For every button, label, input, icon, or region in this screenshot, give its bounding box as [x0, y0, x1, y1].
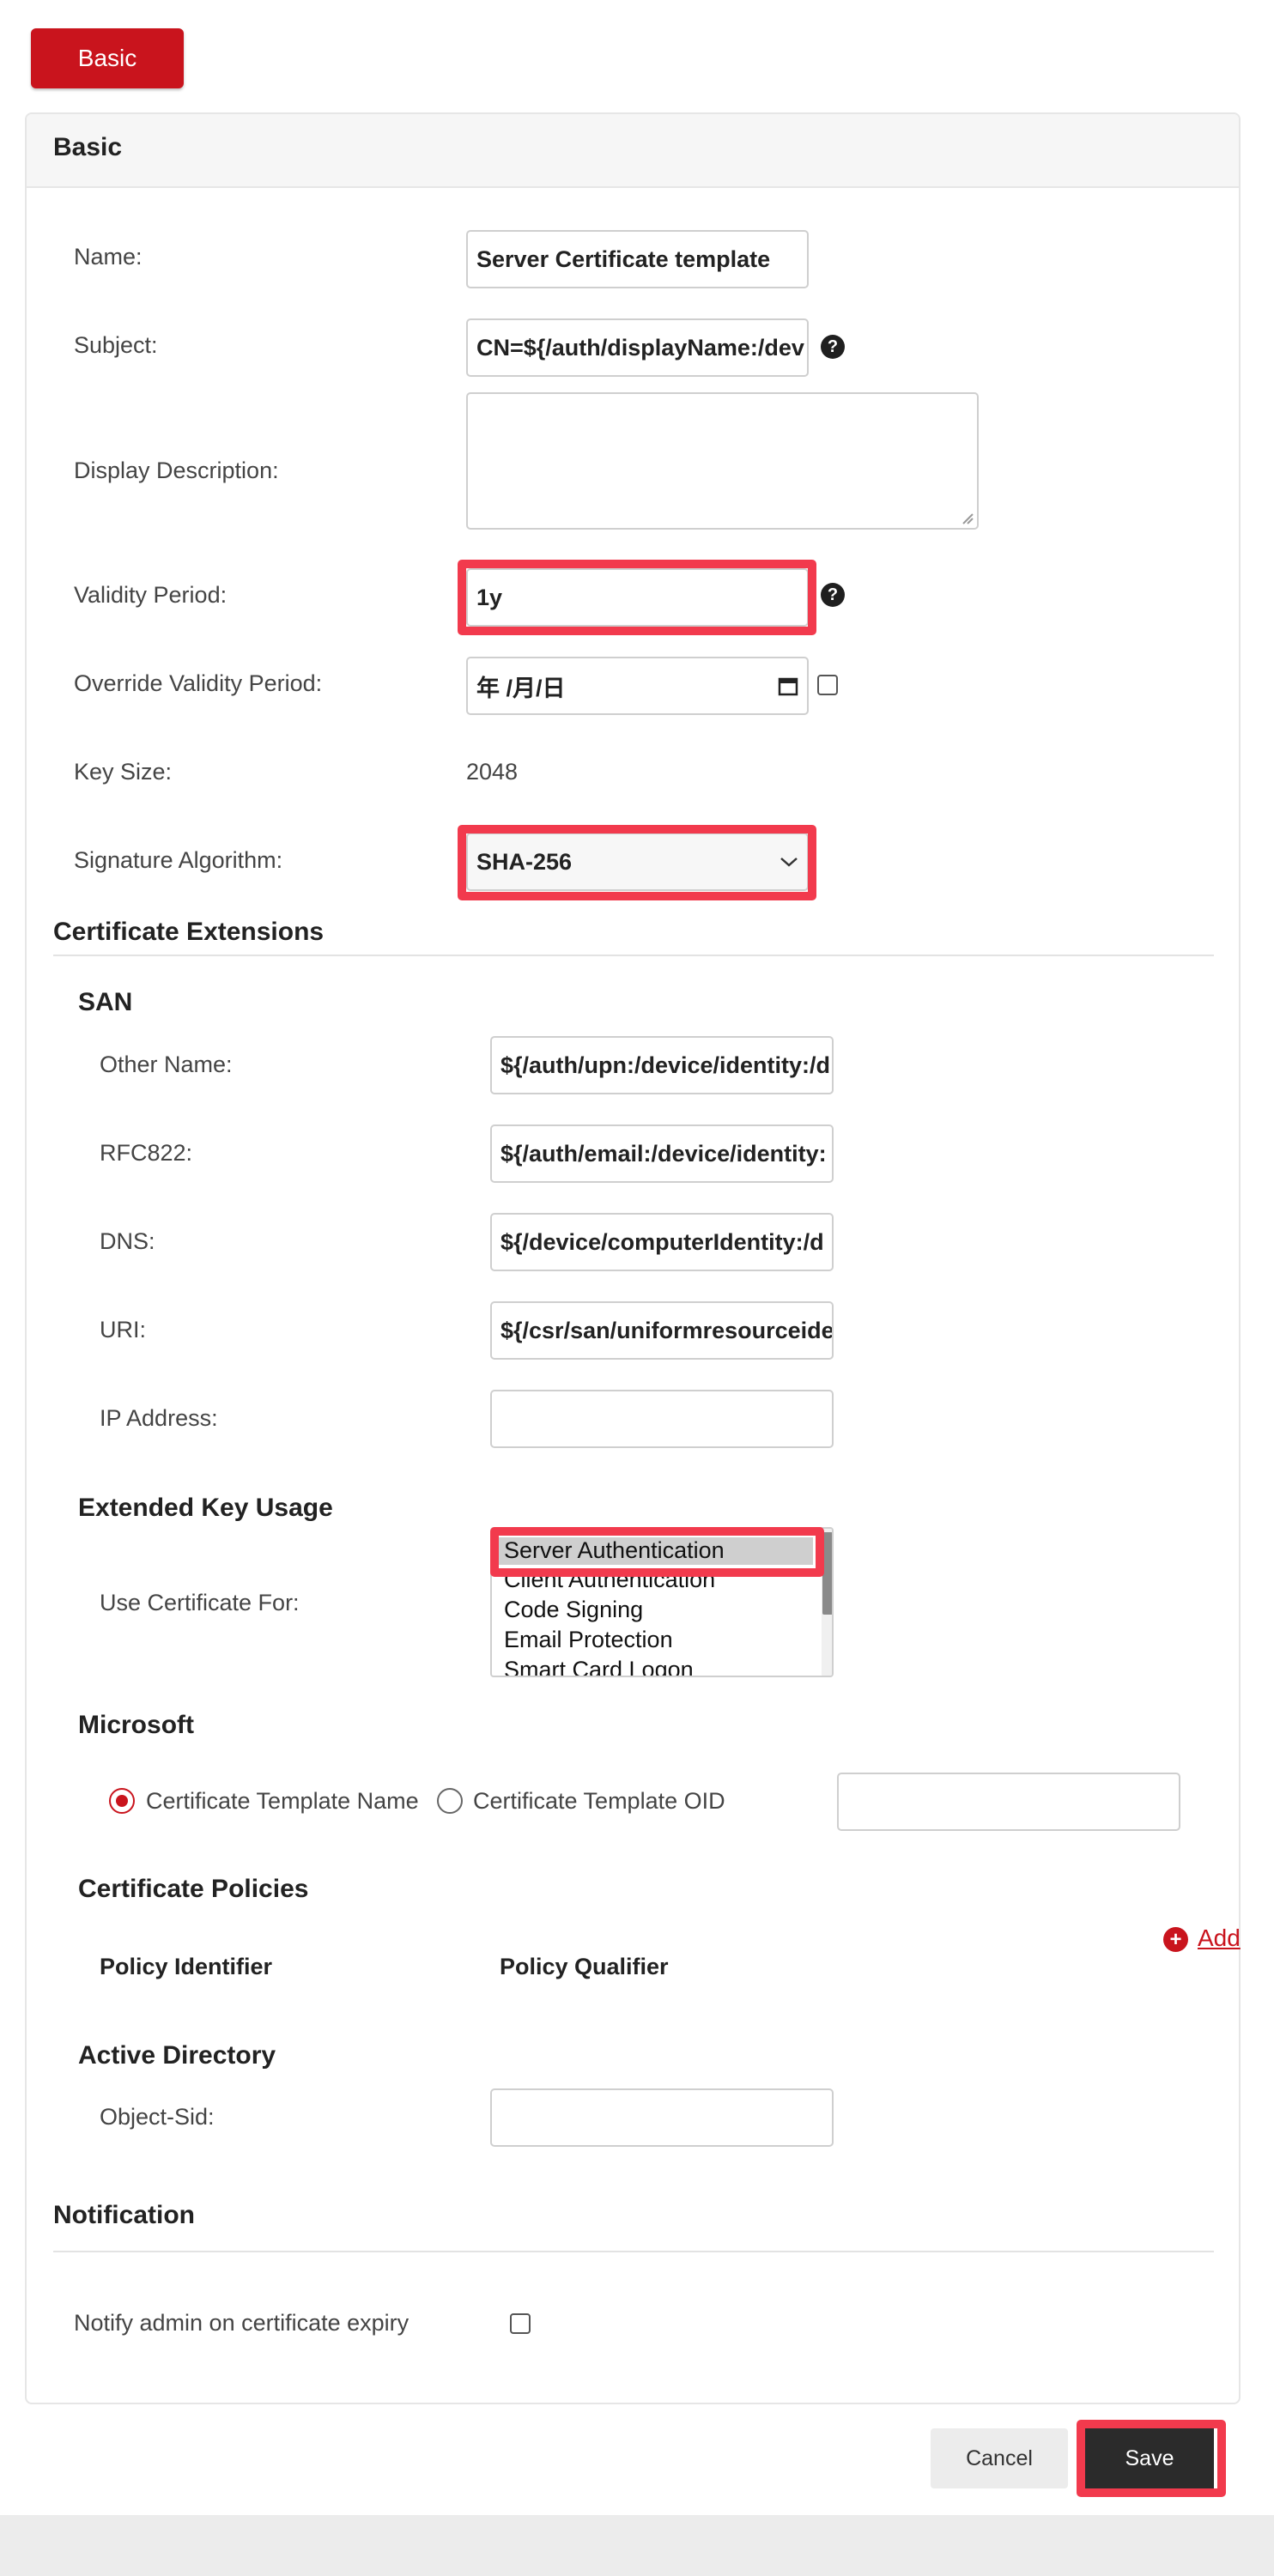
- override-validity-value: 年 /月/日: [476, 675, 566, 701]
- template-name-radio[interactable]: [109, 1788, 135, 1814]
- name-label: Name:: [74, 244, 143, 270]
- use-certificate-for-label: Use Certificate For:: [100, 1590, 300, 1615]
- rfc822-input[interactable]: ${/auth/email:/device/identity:: [490, 1124, 834, 1183]
- template-name-radio-label[interactable]: Certificate Template Name: [146, 1788, 419, 1815]
- other-name-value: ${/auth/upn:/device/identity:/d: [500, 1052, 831, 1078]
- key-size-label: Key Size:: [74, 759, 173, 785]
- san-heading: SAN: [78, 988, 133, 1016]
- extended-key-usage-heading: Extended Key Usage: [78, 1494, 333, 1522]
- subject-input-value: CN=${/auth/displayName:/dev: [476, 334, 804, 361]
- dns-value: ${/device/computerIdentity:/d: [500, 1228, 824, 1255]
- option-smart-card-logon[interactable]: Smart Card Logon: [504, 1657, 694, 1676]
- certificate-policies-heading: Certificate Policies: [78, 1875, 309, 1903]
- rfc822-label: RFC822:: [100, 1140, 193, 1166]
- validity-period-highlight: [458, 560, 816, 635]
- key-size-value: 2048: [466, 759, 519, 785]
- template-oid-radio-label[interactable]: Certificate Template OID: [473, 1788, 725, 1815]
- signature-algorithm-label: Signature Algorithm:: [74, 847, 283, 873]
- rfc822-value: ${/auth/email:/device/identity:: [500, 1140, 827, 1167]
- certificate-extensions-heading: Certificate Extensions: [53, 918, 325, 946]
- ip-address-input[interactable]: [490, 1390, 834, 1448]
- override-validity-date-input[interactable]: 年 /月/日: [466, 657, 809, 715]
- notify-admin-checkbox[interactable]: [510, 2313, 531, 2334]
- panel-header: [27, 114, 1239, 188]
- dns-label: DNS:: [100, 1228, 155, 1254]
- ip-address-label: IP Address:: [100, 1405, 218, 1431]
- notify-admin-label: Notify admin on certificate expiry: [74, 2310, 410, 2336]
- basic-tab-button[interactable]: Basic: [31, 28, 184, 88]
- microsoft-template-input[interactable]: [837, 1773, 1180, 1831]
- calendar-icon[interactable]: [778, 676, 798, 696]
- save-button-highlight: [1077, 2420, 1226, 2497]
- display-description-textarea[interactable]: [466, 392, 979, 530]
- subject-help-icon[interactable]: ?: [821, 335, 845, 359]
- policy-qualifier-header: Policy Qualifier: [500, 1954, 669, 1979]
- policy-identifier-header: Policy Identifier: [100, 1954, 273, 1979]
- page: Basic Basic Name: Server Certificate tem…: [0, 0, 1274, 2515]
- subject-input[interactable]: CN=${/auth/displayName:/dev: [466, 318, 809, 377]
- override-validity-label: Override Validity Period:: [74, 670, 323, 696]
- panel-title: Basic: [53, 133, 123, 161]
- server-authentication-highlight: [490, 1527, 824, 1577]
- active-directory-heading: Active Directory: [78, 2041, 276, 2070]
- template-oid-radio[interactable]: [437, 1788, 463, 1814]
- microsoft-heading: Microsoft: [78, 1711, 194, 1739]
- validity-period-label: Validity Period:: [74, 582, 228, 608]
- object-sid-input[interactable]: [490, 2088, 834, 2147]
- section-divider: [53, 955, 1214, 956]
- display-description-label: Display Description:: [74, 458, 279, 483]
- signature-algorithm-highlight: [458, 825, 816, 900]
- resize-handle-icon[interactable]: [962, 512, 974, 524]
- notification-divider: [53, 2251, 1214, 2252]
- uri-input[interactable]: ${/csr/san/uniformresourceide: [490, 1301, 834, 1360]
- validity-help-icon[interactable]: ?: [821, 583, 845, 607]
- uri-label: URI:: [100, 1317, 146, 1343]
- cancel-button[interactable]: Cancel: [931, 2428, 1068, 2488]
- subject-label: Subject:: [74, 332, 158, 358]
- add-policy-link[interactable]: Add: [1198, 1924, 1241, 1952]
- object-sid-label: Object-Sid:: [100, 2104, 215, 2130]
- add-icon[interactable]: +: [1163, 1927, 1188, 1952]
- name-input[interactable]: Server Certificate template: [466, 230, 809, 288]
- other-name-label: Other Name:: [100, 1052, 233, 1077]
- option-email-protection[interactable]: Email Protection: [504, 1627, 673, 1653]
- option-code-signing[interactable]: Code Signing: [504, 1597, 643, 1623]
- notification-heading: Notification: [53, 2201, 195, 2229]
- dns-input[interactable]: ${/device/computerIdentity:/d: [490, 1213, 834, 1271]
- other-name-input[interactable]: ${/auth/upn:/device/identity:/d: [490, 1036, 834, 1094]
- override-validity-checkbox[interactable]: [817, 675, 838, 695]
- name-input-value: Server Certificate template: [476, 245, 771, 272]
- uri-value: ${/csr/san/uniformresourceide: [500, 1317, 834, 1343]
